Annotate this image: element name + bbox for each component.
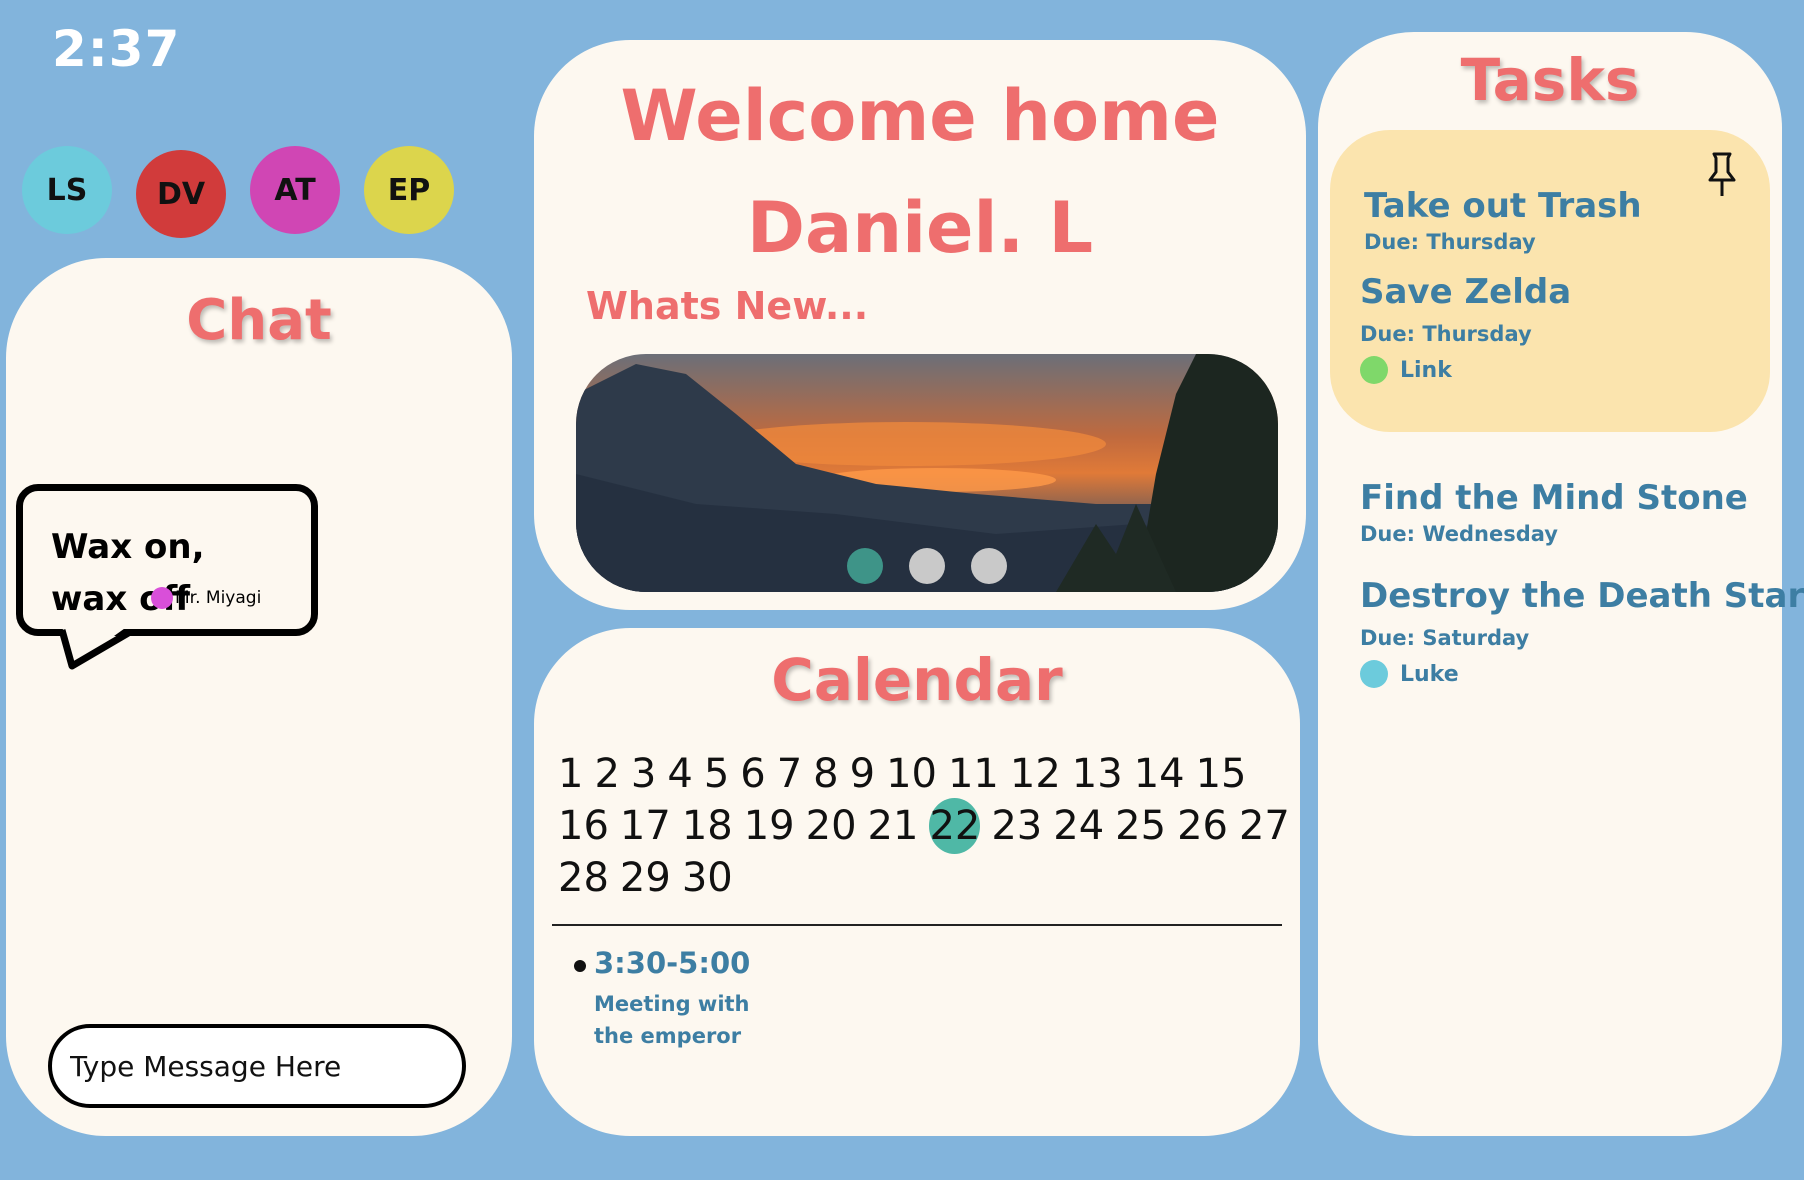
- task-assignee: Link: [1360, 356, 1571, 384]
- chat-message-author: Mr. Miyagi: [151, 587, 261, 609]
- calendar-day[interactable]: 7: [777, 748, 802, 800]
- event-description: Meeting with the emperor: [594, 992, 750, 1048]
- calendar-day[interactable]: 20: [806, 800, 857, 852]
- task-name: Destroy the Death Star: [1360, 576, 1804, 616]
- calendar-day[interactable]: 28: [558, 852, 609, 904]
- user-avatars: LS DV AT EP: [22, 146, 462, 240]
- whats-new-heading: Whats New...: [586, 284, 869, 328]
- avatar-ep[interactable]: EP: [364, 146, 454, 234]
- calendar-day[interactable]: 6: [740, 748, 765, 800]
- tasks-panel: Tasks Take out Trash Due: Thursday Save …: [1318, 32, 1804, 1136]
- chat-message-author-name: Mr. Miyagi: [175, 588, 262, 608]
- task-due: Due: Thursday: [1360, 322, 1532, 346]
- calendar-day[interactable]: 24: [1053, 800, 1104, 852]
- calendar-day[interactable]: 17: [620, 800, 671, 852]
- welcome-panel: Welcome home Daniel. L Whats New...: [534, 40, 1306, 610]
- assignee-dot: [1360, 356, 1388, 384]
- chat-title: Chat: [186, 288, 332, 353]
- task-due: Due: Saturday: [1360, 626, 1530, 650]
- task-name: Find the Mind Stone: [1360, 478, 1748, 518]
- task-assignee: Luke: [1360, 660, 1804, 688]
- calendar-day[interactable]: 26: [1177, 800, 1228, 852]
- carousel-dots: [576, 548, 1278, 584]
- clock: 2:37: [52, 20, 181, 78]
- bubble-tail: [58, 626, 132, 670]
- carousel-dot-1[interactable]: [847, 548, 883, 584]
- calendar-divider: [552, 924, 1282, 926]
- calendar-day[interactable]: 5: [704, 748, 729, 800]
- chat-panel: Chat Wax on, wax off Mr. Miyagi: [6, 258, 512, 1136]
- calendar-day[interactable]: 16: [558, 800, 609, 852]
- calendar-day[interactable]: 4: [667, 748, 692, 800]
- welcome-line-2: Daniel. L: [746, 187, 1094, 269]
- calendar-day[interactable]: 8: [813, 748, 838, 800]
- pin-icon[interactable]: [1702, 150, 1742, 200]
- tasks-title: Tasks: [1460, 46, 1640, 114]
- carousel-dot-2[interactable]: [909, 548, 945, 584]
- calendar-day[interactable]: 9: [850, 748, 875, 800]
- calendar-day[interactable]: 15: [1196, 748, 1247, 800]
- event-bullet: [574, 960, 586, 972]
- assignee-name: Luke: [1400, 661, 1459, 687]
- calendar-day[interactable]: 27: [1239, 800, 1290, 852]
- calendar-day[interactable]: 11: [948, 748, 999, 800]
- calendar-title: Calendar: [771, 646, 1063, 714]
- calendar-day[interactable]: 25: [1115, 800, 1166, 852]
- event-time: 3:30-5:00: [594, 946, 751, 980]
- calendar-day[interactable]: 14: [1134, 748, 1185, 800]
- calendar-day[interactable]: 23: [991, 800, 1042, 852]
- task-due: Due: Wednesday: [1360, 522, 1558, 546]
- avatar-dv[interactable]: DV: [136, 150, 226, 238]
- calendar-day[interactable]: 18: [682, 800, 733, 852]
- task-item[interactable]: Destroy the Death Star Due: Saturday Luk…: [1360, 576, 1804, 688]
- avatar-at[interactable]: AT: [250, 146, 340, 234]
- calendar-grid: 1 2 3 4 5 6 7 8 9 10 11 12 13 14 15 16 17 18 19 20 21 22 23 24 2…: [558, 748, 1290, 904]
- task-item[interactable]: Save Zelda Due: Thursday Link: [1360, 272, 1571, 384]
- calendar-panel: Calendar 1 2 3 4 5 6 7 8 9 10 11 12 13 14 15 16 17 18 19 20…: [534, 628, 1300, 1136]
- chat-message-text: Wax on, wax off: [51, 527, 205, 619]
- calendar-day-selected[interactable]: 22: [929, 798, 981, 854]
- calendar-day[interactable]: 13: [1072, 748, 1123, 800]
- author-dot: [151, 587, 173, 609]
- assignee-name: Link: [1400, 357, 1452, 383]
- avatar-ls[interactable]: LS: [22, 146, 112, 234]
- calendar-day[interactable]: 30: [682, 852, 733, 904]
- calendar-week-row: 16 17 18 19 20 21 22 23 24 25 26 27: [558, 798, 1290, 854]
- calendar-day[interactable]: 21: [868, 800, 919, 852]
- task-item[interactable]: Take out Trash Due: Thursday: [1364, 186, 1642, 254]
- calendar-day[interactable]: 1: [558, 748, 583, 800]
- calendar-day[interactable]: 12: [1010, 748, 1061, 800]
- calendar-day[interactable]: 29: [620, 852, 671, 904]
- news-carousel-image[interactable]: [576, 354, 1278, 592]
- task-item[interactable]: Find the Mind Stone Due: Wednesday: [1360, 478, 1748, 546]
- task-name: Save Zelda: [1360, 272, 1572, 312]
- welcome-line-1: Welcome home: [620, 75, 1220, 157]
- calendar-day[interactable]: 19: [744, 800, 795, 852]
- calendar-day[interactable]: 3: [631, 748, 656, 800]
- welcome-heading: Welcome home Daniel. L: [534, 60, 1306, 284]
- chat-message-bubble[interactable]: Wax on, wax off Mr. Miyagi: [16, 484, 318, 636]
- calendar-day[interactable]: 2: [594, 748, 619, 800]
- calendar-week-row: 1 2 3 4 5 6 7 8 9 10 11 12 13 14 15: [558, 748, 1288, 800]
- calendar-week-row: 28 29 30: [558, 852, 1288, 904]
- calendar-day[interactable]: 10: [886, 748, 937, 800]
- carousel-dot-3[interactable]: [971, 548, 1007, 584]
- assignee-dot: [1360, 660, 1388, 688]
- message-input[interactable]: [48, 1024, 466, 1108]
- pinned-tasks-card: Take out Trash Due: Thursday Save Zelda …: [1330, 130, 1770, 432]
- task-name: Take out Trash: [1364, 186, 1642, 226]
- task-due: Due: Thursday: [1364, 230, 1536, 254]
